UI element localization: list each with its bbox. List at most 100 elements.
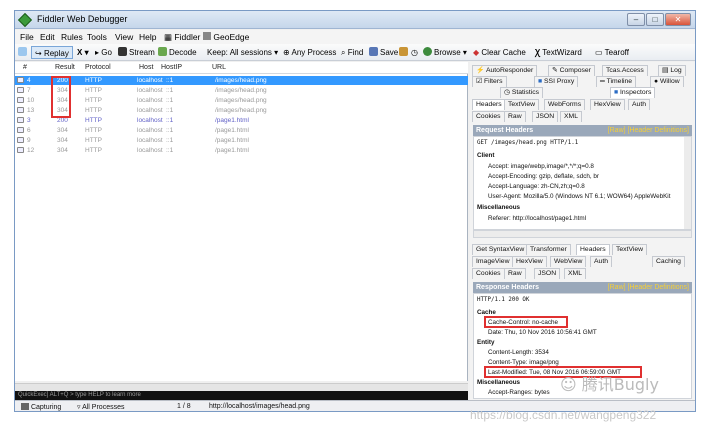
resp-tab-syntaxview[interactable]: Get SyntaxView [472,244,529,255]
column-url[interactable]: URL [212,64,226,71]
req-tab-cookies[interactable]: Cookies [472,111,505,122]
resp-tab-caching[interactable]: Caching [652,256,685,267]
session-horizontal-scrollbar[interactable] [15,383,468,391]
table-row[interactable]: 6 304 HTTP localhost::1/page1.html [15,126,468,135]
session-type-icon [17,107,24,113]
go-button[interactable]: ▸ Go [95,46,112,59]
menu-fiddler[interactable]: ▦ Fiddler [164,32,200,43]
table-row[interactable]: 4 200 HTTP localhost::1/images/head.png [15,76,468,85]
resp-tab-cookies[interactable]: Cookies [472,268,505,279]
menu-view[interactable]: View [115,32,133,42]
table-row[interactable]: 10 304 HTTP localhost::1/images/head.png [15,96,468,105]
req-tab-hexview[interactable]: HexView [590,99,625,110]
comment-icon[interactable] [18,46,29,59]
cell-host: localhost [137,137,163,144]
tab-ssi-proxy[interactable]: ■ SSI Proxy [534,76,579,87]
req-tab-headers[interactable]: Headers [472,99,506,110]
req-tab-webforms[interactable]: WebForms [544,99,586,110]
session-list[interactable]: # Result Protocol Host HostIP URL 4 200 HT… [15,62,468,381]
tab-timeline[interactable]: ═ Timeline [596,76,637,87]
req-tab-auth[interactable]: Auth [628,99,650,110]
resp-tab-textview[interactable]: TextView [612,244,648,255]
req-tab-json[interactable]: JSON [532,111,559,122]
screenshot-icon[interactable] [399,46,410,59]
resp-tab-headers[interactable]: Headers [576,244,610,255]
resp-tab-xml[interactable]: XML [564,268,586,279]
column-host[interactable]: Host [139,64,153,71]
csdn-watermark: https://blog.csdn.net/wangpeng322 [470,408,657,422]
tab-composer[interactable]: ✎ Composer [548,65,595,76]
willow-icon: ● [654,78,659,85]
capture-icon [21,403,29,410]
tab-tcas-access[interactable]: Tcas.Access [602,65,648,76]
menu-help[interactable]: Help [139,32,156,42]
maximize-button[interactable]: □ [646,13,664,26]
cell-host: localhost [137,97,163,104]
resp-tab-auth[interactable]: Auth [590,256,612,267]
column-num[interactable]: # [23,64,27,71]
tab-filters[interactable]: ☑ Filters [472,76,507,87]
cell-num: 10 [27,97,35,104]
tab-autoresponder[interactable]: ⚡ AutoResponder [472,65,538,76]
cell-url: /page1.html [215,147,249,154]
process-filter-label: All Processes [82,404,125,411]
browse-label: Browse [434,48,461,57]
tab-willow[interactable]: ● Willow [650,76,684,87]
stream-button[interactable]: Stream [118,46,155,59]
resp-tab-webview[interactable]: WebView [550,256,587,267]
decode-label: Decode [169,48,197,57]
table-row[interactable]: 12 304 HTTP localhost::1/page1.html [15,146,468,155]
any-process-button[interactable]: ⊕ Any Process [283,46,336,59]
resp-tab-imageview[interactable]: ImageView [472,256,514,267]
menu-edit[interactable]: Edit [40,32,55,42]
tab-inspectors[interactable]: ■ Inspectors [610,87,656,98]
replay-button[interactable]: ↪ Replay [31,46,73,59]
column-protocol[interactable]: Protocol [85,64,111,71]
table-row[interactable]: 7 304 HTTP localhost::1/images/head.png [15,86,468,95]
close-button[interactable]: ✕ [665,13,691,26]
resp-tab-json[interactable]: JSON [534,268,561,279]
request-headers-links[interactable]: [Raw] [Header Definitions] [608,125,689,136]
process-filter[interactable]: ▿ All Processes [77,403,124,411]
response-headers-links[interactable]: [Raw] [Header Definitions] [608,282,689,293]
table-row[interactable]: 13 304 HTTP localhost::1/images/head.png [15,106,468,115]
req-tab-textview[interactable]: TextView [504,99,540,110]
remove-button[interactable]: X ▾ [77,46,89,59]
menu-file[interactable]: File [20,32,34,42]
decode-button[interactable]: Decode [158,46,197,59]
req-tab-xml[interactable]: XML [560,111,582,122]
column-hostip[interactable]: HostIP [161,64,182,71]
tearoff-button[interactable]: ▭ Tearoff [595,46,629,59]
tab-log[interactable]: ▤ Log [658,65,686,76]
cell-protocol: HTTP [85,107,102,114]
resp-tab-hexview[interactable]: HexView [512,256,547,267]
cell-host: localhost [137,87,163,94]
save-button[interactable]: Save [369,46,398,59]
browse-button[interactable]: Browse ▾ [423,46,467,59]
clear-cache-icon: ◆ [473,48,480,57]
resp-tab-transformer[interactable]: Transformer [526,244,571,255]
capturing-toggle[interactable]: Capturing [21,403,61,411]
quickexec-bar[interactable]: QuickExec] ALT+Q > type HELP to learn mo… [15,391,468,400]
table-row[interactable]: 9 304 HTTP localhost::1/page1.html [15,136,468,145]
minimize-button[interactable]: – [627,13,645,26]
menu-rules[interactable]: Rules [61,32,83,42]
column-result[interactable]: Result [55,64,75,71]
menu-tools[interactable]: Tools [87,32,107,42]
tab-statistics[interactable]: ◷ Statistics [500,87,544,98]
clear-cache-button[interactable]: ◆ Clear Cache [473,46,526,59]
keep-sessions-dropdown[interactable]: Keep: All sessions ▾ [207,46,278,59]
table-row[interactable]: 3 200 HTTP localhost::1/page1.html [15,116,468,125]
grid-icon: ▦ [164,32,173,42]
tab-autoresponder-label: AutoResponder [485,67,534,74]
request-vertical-scrollbar[interactable] [684,137,691,229]
fiddler-window: Fiddler Web Debugger – □ ✕ File Edit Rul… [14,10,696,412]
menu-geoedge[interactable]: GeoEdge [203,32,249,42]
resp-tab-raw[interactable]: Raw [504,268,526,279]
find-button[interactable]: ⌕ Find [341,46,363,59]
textwizard-button[interactable]: Ꭓ TextWizard [535,46,582,59]
req-tab-raw[interactable]: Raw [504,111,526,122]
timer-icon[interactable]: ◷ [411,46,418,59]
request-horizontal-scrollbar[interactable] [473,230,692,238]
stream-icon [118,47,127,56]
